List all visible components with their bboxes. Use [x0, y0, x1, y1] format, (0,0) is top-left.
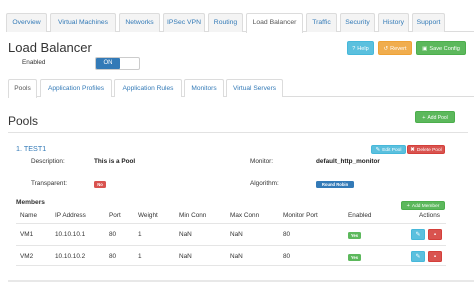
col-monitor-port: Monitor Port — [283, 212, 318, 219]
edit-icon: ✎ — [415, 254, 421, 260]
question-icon: ? — [352, 46, 356, 52]
tab-routing[interactable]: Routing — [208, 13, 243, 32]
members-title: Members — [16, 199, 45, 206]
cell-port: 80 — [109, 231, 117, 238]
description-label: Description: — [31, 158, 65, 165]
transparent-label: Transparent: — [31, 180, 67, 187]
tab-networks[interactable]: Networks — [119, 13, 160, 32]
subtab-application-profiles[interactable]: Application Profiles — [40, 79, 112, 97]
col-max-conn: Max Conn — [230, 212, 260, 219]
col-name: Name — [20, 212, 38, 219]
cell-port: 80 — [109, 253, 117, 260]
cell-monitor-port: 80 — [283, 231, 291, 238]
cell-min-conn: NaN — [179, 231, 192, 238]
description-value: This is a Pool — [94, 158, 136, 165]
plus-icon: + — [422, 115, 426, 121]
cell-min-conn: NaN — [179, 253, 192, 260]
subtab-virtual-servers[interactable]: Virtual Servers — [226, 79, 283, 97]
delete-pool-label: Delete Pool — [416, 148, 442, 153]
cell-ip: 10.10.10.1 — [55, 231, 86, 238]
col-actions: Actions — [419, 212, 440, 219]
col-enabled: Enabled — [348, 212, 372, 219]
monitor-value: default_http_monitor — [316, 158, 380, 165]
page-bottom-rule — [8, 280, 474, 282]
cell-ip: 10.10.10.2 — [55, 253, 86, 260]
cell-max-conn: NaN — [230, 231, 243, 238]
main-tabs: Overview Virtual Machines Networks IPSec… — [6, 13, 474, 33]
undo-icon: ↺ — [383, 46, 389, 52]
help-label: Help — [357, 46, 369, 52]
divider — [8, 132, 468, 133]
trash-icon: ✖ — [410, 147, 415, 153]
add-member-button[interactable]: + Add Member — [401, 201, 445, 210]
tab-ipsec-vpn[interactable]: IPSec VPN — [163, 13, 205, 32]
tab-overview[interactable]: Overview — [6, 13, 47, 32]
cell-max-conn: NaN — [230, 253, 243, 260]
enabled-label: Enabled — [22, 59, 46, 66]
help-button[interactable]: ? Help — [347, 41, 374, 55]
table-row: VM2 10.10.10.2 80 1 NaN NaN 80 Yes ✎ ▪ — [16, 245, 446, 267]
delete-pool-button[interactable]: ✖ Delete Pool — [407, 145, 445, 154]
edit-pool-label: Edit Pool — [382, 148, 402, 153]
tab-virtual-machines[interactable]: Virtual Machines — [50, 13, 116, 32]
enabled-badge: Yes — [348, 254, 361, 261]
section-title: Pools — [8, 114, 39, 128]
col-weight: Weight — [138, 212, 158, 219]
monitor-label: Monitor: — [250, 158, 274, 165]
add-pool-label: Add Pool — [427, 115, 448, 121]
algorithm-badge: Round Robin — [316, 181, 354, 188]
subtab-pools[interactable]: Pools — [8, 79, 37, 98]
algorithm-label: Algorithm: — [250, 180, 279, 187]
col-port: Port — [109, 212, 121, 219]
table-row: VM1 10.10.10.1 80 1 NaN NaN 80 Yes ✎ ▪ — [16, 223, 446, 245]
col-ip-address: IP Address — [55, 212, 86, 219]
edit-member-button[interactable]: ✎ — [411, 229, 425, 240]
cell-name: VM1 — [20, 231, 34, 238]
cell-name: VM2 — [20, 253, 34, 260]
edit-member-button[interactable]: ✎ — [411, 251, 425, 262]
revert-label: Revert — [390, 46, 407, 52]
subtab-monitors[interactable]: Monitors — [184, 79, 224, 97]
edit-icon: ✎ — [415, 232, 421, 238]
pool-name-link[interactable]: 1. TEST1 — [16, 144, 46, 153]
edit-icon: ✎ — [375, 147, 381, 153]
tab-load-balancer[interactable]: Load Balancer — [246, 13, 303, 33]
delete-member-button[interactable]: ▪ — [428, 251, 442, 262]
toggle-on-state: ON — [96, 58, 120, 69]
enabled-badge: Yes — [348, 232, 361, 239]
tab-history[interactable]: History — [378, 13, 409, 32]
trash-icon: ▪ — [433, 254, 437, 260]
delete-member-button[interactable]: ▪ — [428, 229, 442, 240]
save-label: Save Config — [429, 46, 460, 52]
plus-icon: + — [406, 203, 410, 209]
transparent-badge: No — [94, 181, 106, 188]
trash-icon: ▪ — [433, 232, 437, 238]
cell-weight: 1 — [138, 231, 142, 238]
col-min-conn: Min Conn — [179, 212, 207, 219]
enabled-toggle[interactable]: ON — [95, 57, 140, 70]
subtab-application-rules[interactable]: Application Rules — [114, 79, 182, 97]
add-member-label: Add Member — [411, 204, 440, 209]
edit-pool-button[interactable]: ✎ Edit Pool — [371, 145, 406, 154]
table-bottom-border — [16, 265, 446, 266]
page-title: Load Balancer — [8, 40, 92, 55]
revert-button[interactable]: ↺ Revert — [378, 41, 412, 55]
tab-security[interactable]: Security — [340, 13, 375, 32]
tab-traffic[interactable]: Traffic — [306, 13, 337, 32]
add-pool-button[interactable]: + Add Pool — [415, 111, 455, 123]
floppy-icon: ▣ — [422, 46, 428, 52]
load-balancer-subtabs: Pools Application Profiles Application R… — [8, 79, 474, 98]
cell-weight: 1 — [138, 253, 142, 260]
tab-support[interactable]: Support — [412, 13, 445, 32]
save-config-button[interactable]: ▣ Save Config — [416, 41, 466, 55]
cell-monitor-port: 80 — [283, 253, 291, 260]
